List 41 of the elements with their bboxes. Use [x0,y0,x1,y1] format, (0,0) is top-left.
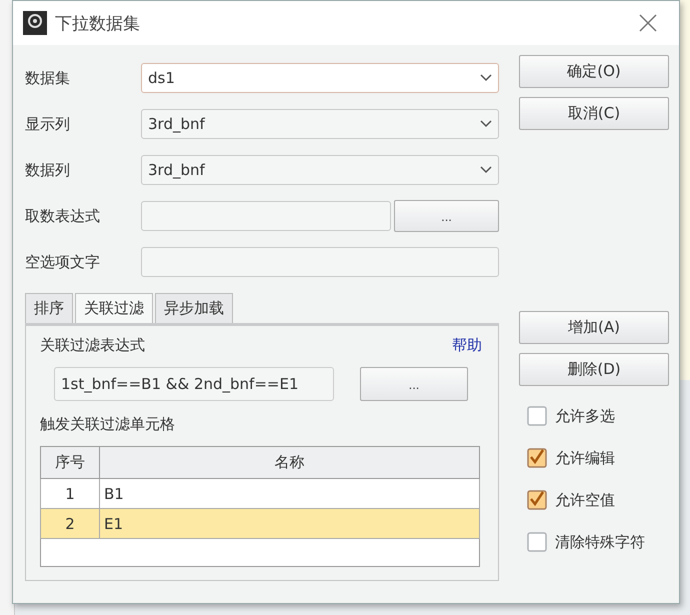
dialog-button[interactable]: 增加(A) [519,311,669,344]
checkbox-label: 允许多选 [555,406,615,426]
table-cell[interactable]: E1 [100,508,480,538]
app-logo-icon [23,11,47,35]
field-label: 空选项文字 [25,252,101,272]
checkbox-label: 允许空值 [555,490,615,510]
help-link[interactable]: 帮助 [452,336,482,355]
section-label: 关联过滤表达式 [40,336,145,355]
field-label: 数据列 [25,160,71,180]
dropdown-field[interactable]: 3rd_bnf [141,155,499,185]
checkbox[interactable] [527,532,547,552]
dropdown-field[interactable]: 3rd_bnf [141,109,499,139]
checkbox-label: 清除特殊字符 [555,532,645,552]
browse-button[interactable]: ... [360,367,468,401]
caret-icon [480,120,492,128]
tab[interactable]: 排序 [25,293,73,323]
dropdown-field[interactable]: ds1 [141,63,499,93]
checkbox[interactable] [527,406,547,426]
checkbox-label: 允许编辑 [555,448,615,468]
column-header: 名称 [100,446,480,478]
checkbox[interactable] [527,490,547,510]
field-label: 取数表达式 [25,206,101,226]
input-field[interactable] [141,201,391,231]
field-label: 显示列 [25,114,71,134]
tab[interactable]: 异步加载 [155,293,233,323]
caret-icon [480,74,492,82]
field-label: 数据集 [25,68,71,88]
section-label: 触发关联过滤单元格 [40,415,176,434]
dialog-button[interactable]: 删除(D) [519,353,669,386]
browse-button[interactable]: ... [394,200,499,232]
close-icon[interactable] [639,14,657,32]
window-title: 下拉数据集 [55,12,140,34]
dialog-button[interactable]: 确定(O) [519,55,669,88]
table-cell[interactable]: 2 [40,508,100,538]
input-field[interactable]: 1st_bnf==B1 && 2nd_bnf==E1 [54,367,334,401]
caret-icon [480,166,492,174]
dialog-button[interactable]: 取消(C) [519,97,669,130]
input-field[interactable] [141,247,499,277]
column-header: 序号 [40,446,100,478]
checkbox[interactable] [527,448,547,468]
tab[interactable]: 关联过滤 [75,293,153,323]
